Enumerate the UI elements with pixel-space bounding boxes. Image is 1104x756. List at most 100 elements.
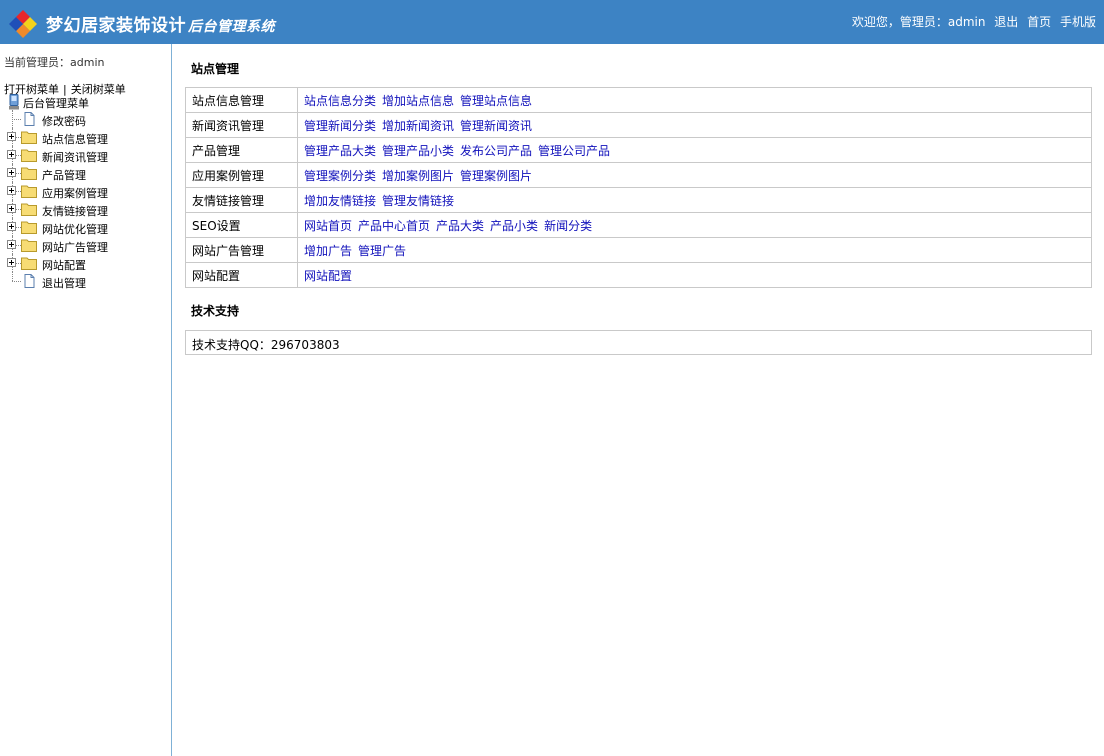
support-title: 技术支持 (191, 304, 240, 318)
link-manage-product-minor[interactable]: 管理产品小类 (382, 144, 454, 158)
link-seo-product-minor[interactable]: 产品小类 (490, 219, 538, 233)
link-seo-home[interactable]: 网站首页 (304, 219, 352, 233)
row-category: 新闻资讯管理 (185, 112, 298, 138)
link-manage-news[interactable]: 管理新闻资讯 (460, 119, 532, 133)
row-links: 增加友情链接 管理友情链接 (297, 187, 1092, 213)
row-links: 网站配置 (297, 262, 1092, 288)
tree-item-label: 网站广告管理 (42, 241, 108, 254)
tree-item-ads[interactable]: 网站广告管理 (0, 236, 171, 254)
tree-item-news[interactable]: 新闻资讯管理 (0, 146, 171, 164)
link-manage-case-category[interactable]: 管理案例分类 (304, 169, 376, 183)
home-link[interactable]: 首页 (1027, 15, 1051, 29)
table-row: 应用案例管理 管理案例分类 增加案例图片 管理案例图片 (185, 162, 1092, 188)
folder-icon (21, 149, 37, 162)
site-title: 梦幻居家装饰设计 后台管理系统 (46, 11, 275, 36)
link-manage-case-image[interactable]: 管理案例图片 (460, 169, 532, 183)
folder-icon (21, 185, 37, 198)
link-seo-product-major[interactable]: 产品大类 (436, 219, 484, 233)
page-icon (24, 274, 35, 288)
expand-icon[interactable] (7, 132, 16, 141)
row-category: 应用案例管理 (185, 162, 298, 188)
link-site-config[interactable]: 网站配置 (304, 269, 352, 283)
row-category: 网站配置 (185, 262, 298, 288)
tree-item-friend-links[interactable]: 友情链接管理 (0, 200, 171, 218)
computer-icon (9, 94, 19, 110)
tree-item-label: 应用案例管理 (42, 187, 108, 200)
link-publish-product[interactable]: 发布公司产品 (460, 144, 532, 158)
row-category: 友情链接管理 (185, 187, 298, 213)
sidebar: 当前管理员：admin 打开树菜单 | 关闭树菜单 后台管理菜单 修改密码 站点… (0, 44, 172, 756)
row-links: 管理产品大类 管理产品小类 发布公司产品 管理公司产品 (297, 137, 1092, 163)
row-links: 管理案例分类 增加案例图片 管理案例图片 (297, 162, 1092, 188)
table-row: 网站广告管理 增加广告 管理广告 (185, 237, 1092, 263)
link-add-ad[interactable]: 增加广告 (304, 244, 352, 258)
expand-icon[interactable] (7, 150, 16, 159)
tree-item-seo[interactable]: 网站优化管理 (0, 218, 171, 236)
tree-item-products[interactable]: 产品管理 (0, 164, 171, 182)
logout-link[interactable]: 退出 (994, 15, 1018, 29)
tree-item-exit[interactable]: 退出管理 (0, 272, 171, 290)
support-box: 技术支持QQ：296703803 (185, 330, 1092, 355)
menu-tree: 后台管理菜单 修改密码 站点信息管理 新闻资讯管理 产品管理 应用案例管理 友情… (0, 94, 171, 290)
tree-item-label: 站点信息管理 (42, 133, 108, 146)
expand-icon[interactable] (7, 222, 16, 231)
table-row: 产品管理 管理产品大类 管理产品小类 发布公司产品 管理公司产品 (185, 137, 1092, 163)
row-links: 网站首页 产品中心首页 产品大类 产品小类 新闻分类 (297, 212, 1092, 238)
support-qq: 技术支持QQ：296703803 (192, 338, 340, 352)
tree-item-label: 友情链接管理 (42, 205, 108, 218)
link-add-site-info[interactable]: 增加站点信息 (382, 94, 454, 108)
tree-item-change-password[interactable]: 修改密码 (0, 110, 171, 128)
row-category: SEO设置 (185, 212, 298, 238)
mobile-link[interactable]: 手机版 (1060, 15, 1096, 29)
tree-item-label: 网站优化管理 (42, 223, 108, 236)
tree-item-site-info[interactable]: 站点信息管理 (0, 128, 171, 146)
tree-item-label: 网站配置 (42, 259, 86, 272)
folder-icon (21, 257, 37, 270)
link-seo-product-center[interactable]: 产品中心首页 (358, 219, 430, 233)
tree-item-cases[interactable]: 应用案例管理 (0, 182, 171, 200)
expand-icon[interactable] (7, 240, 16, 249)
expand-icon[interactable] (7, 204, 16, 213)
link-seo-news-category[interactable]: 新闻分类 (544, 219, 592, 233)
table-row: 新闻资讯管理 管理新闻分类 增加新闻资讯 管理新闻资讯 (185, 112, 1092, 138)
link-add-case-image[interactable]: 增加案例图片 (382, 169, 454, 183)
row-links: 站点信息分类 增加站点信息 管理站点信息 (297, 87, 1092, 113)
link-add-news[interactable]: 增加新闻资讯 (382, 119, 454, 133)
section-title: 站点管理 (191, 62, 240, 76)
row-category: 产品管理 (185, 137, 298, 163)
row-links: 增加广告 管理广告 (297, 237, 1092, 263)
welcome-text: 欢迎您，管理员：admin (851, 15, 986, 29)
tree-item-label: 新闻资讯管理 (42, 151, 108, 164)
link-site-info-category[interactable]: 站点信息分类 (304, 94, 376, 108)
page-icon (24, 112, 35, 126)
tree-item-label: 退出管理 (42, 277, 86, 290)
expand-icon[interactable] (7, 168, 16, 177)
folder-icon (21, 167, 37, 180)
row-category: 站点信息管理 (185, 87, 298, 113)
link-manage-friend-link[interactable]: 管理友情链接 (382, 194, 454, 208)
link-add-friend-link[interactable]: 增加友情链接 (304, 194, 376, 208)
top-header: 梦幻居家装饰设计 后台管理系统 欢迎您，管理员：admin 退出 首页 手机版 (0, 0, 1104, 44)
logo-icon (9, 10, 37, 38)
link-manage-product-major[interactable]: 管理产品大类 (304, 144, 376, 158)
link-manage-ad[interactable]: 管理广告 (358, 244, 406, 258)
expand-icon[interactable] (7, 186, 16, 195)
link-manage-product[interactable]: 管理公司产品 (538, 144, 610, 158)
tree-root-label: 后台管理菜单 (23, 97, 89, 110)
folder-icon (21, 239, 37, 252)
expand-icon[interactable] (7, 258, 16, 267)
table-row: SEO设置 网站首页 产品中心首页 产品大类 产品小类 新闻分类 (185, 212, 1092, 238)
folder-icon (21, 131, 37, 144)
table-row: 站点信息管理 站点信息分类 增加站点信息 管理站点信息 (185, 87, 1092, 113)
link-manage-news-category[interactable]: 管理新闻分类 (304, 119, 376, 133)
tree-item-label: 修改密码 (42, 115, 86, 128)
site-name: 梦幻居家装饰设计 (46, 16, 186, 36)
tree-item-site-config[interactable]: 网站配置 (0, 254, 171, 272)
tree-root[interactable]: 后台管理菜单 (0, 94, 171, 110)
tree-item-label: 产品管理 (42, 169, 86, 182)
folder-icon (21, 203, 37, 216)
link-manage-site-info[interactable]: 管理站点信息 (460, 94, 532, 108)
folder-icon (21, 221, 37, 234)
table-row: 友情链接管理 增加友情链接 管理友情链接 (185, 187, 1092, 213)
admin-menu-table: 站点信息管理 站点信息分类 增加站点信息 管理站点信息 新闻资讯管理 管理新闻分类增… (185, 87, 1092, 288)
